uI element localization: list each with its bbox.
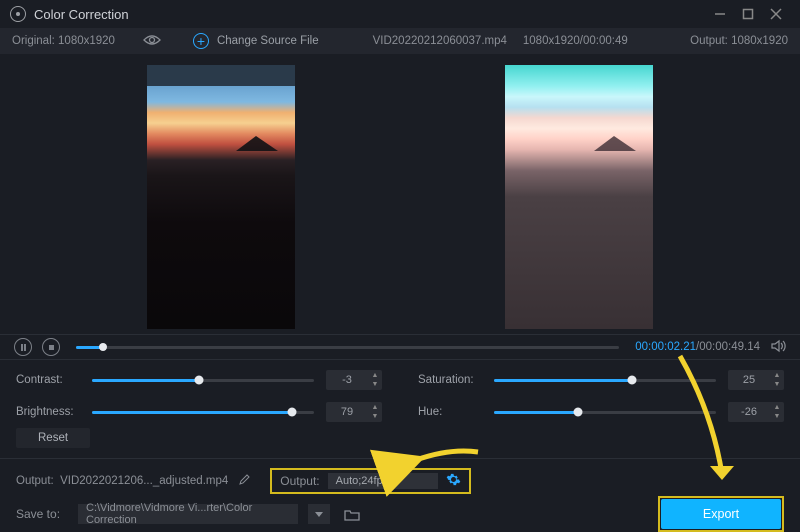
minimize-button[interactable] — [706, 0, 734, 28]
hue-step-up[interactable]: ▲ — [770, 403, 784, 412]
source-filename: VID20220212060037.mp4 — [373, 35, 507, 47]
brightness-label: Brightness: — [16, 406, 80, 418]
brightness-step-down[interactable]: ▼ — [368, 412, 382, 421]
maximize-button[interactable] — [734, 0, 762, 28]
close-button[interactable] — [762, 0, 790, 28]
contrast-step-up[interactable]: ▲ — [368, 371, 382, 380]
saturation-stepper[interactable]: 25 ▲▼ — [728, 370, 784, 390]
edit-filename-icon[interactable] — [238, 474, 250, 489]
save-row: Save to: C:\Vidmore\Vidmore Vi...rter\Co… — [16, 499, 784, 529]
saturation-step-up[interactable]: ▲ — [770, 371, 784, 380]
preview-area — [0, 54, 800, 334]
brightness-step-up[interactable]: ▲ — [368, 403, 382, 412]
contrast-row: Contrast: -3 ▲▼ — [16, 370, 382, 390]
output-format-box: Output: Auto;24fps — [270, 468, 471, 494]
info-toolbar: Original: 1080x1920 + Change Source File… — [0, 28, 800, 54]
change-source-button[interactable]: + Change Source File — [193, 33, 319, 49]
output-format-value[interactable]: Auto;24fps — [328, 473, 439, 489]
save-to-label: Save to: — [16, 507, 68, 521]
original-dim-label: Original: 1080x1920 — [12, 35, 115, 47]
contrast-slider[interactable] — [92, 379, 314, 382]
brightness-stepper[interactable]: 79 ▲▼ — [326, 402, 382, 422]
plus-icon: + — [193, 33, 209, 49]
saturation-slider[interactable] — [494, 379, 716, 382]
contrast-step-down[interactable]: ▼ — [368, 380, 382, 389]
saturation-row: Saturation: 25 ▲▼ — [418, 370, 784, 390]
volume-icon[interactable] — [770, 338, 786, 357]
output-filename: Output: VID2022021206..._adjusted.mp4 — [16, 475, 228, 487]
hue-row: Hue: -26 ▲▼ — [418, 402, 784, 422]
save-path-field[interactable]: C:\Vidmore\Vidmore Vi...rter\Color Corre… — [78, 504, 298, 524]
source-dim-duration: 1080x1920/00:00:49 — [523, 35, 628, 47]
time-display: 00:00:02.21/00:00:49.14 — [635, 341, 760, 353]
hue-stepper[interactable]: -26 ▲▼ — [728, 402, 784, 422]
reset-row: Reset — [0, 424, 800, 458]
brightness-slider[interactable] — [92, 411, 314, 414]
save-path-dropdown[interactable] — [308, 504, 330, 524]
stop-button[interactable] — [42, 338, 60, 356]
app-icon — [10, 6, 26, 22]
change-source-label: Change Source File — [217, 35, 319, 47]
gear-icon[interactable] — [446, 472, 461, 490]
hue-slider[interactable] — [494, 411, 716, 414]
playback-bar: 00:00:02.21/00:00:49.14 — [0, 334, 800, 360]
contrast-label: Contrast: — [16, 374, 80, 386]
bottom-panel: Output: VID2022021206..._adjusted.mp4 Ou… — [0, 458, 800, 529]
contrast-stepper[interactable]: -3 ▲▼ — [326, 370, 382, 390]
reset-button[interactable]: Reset — [16, 428, 90, 448]
brightness-row: Brightness: 79 ▲▼ — [16, 402, 382, 422]
open-folder-icon[interactable] — [340, 504, 364, 524]
hue-label: Hue: — [418, 406, 482, 418]
export-button[interactable]: Export — [661, 499, 781, 529]
export-highlight: Export — [658, 496, 784, 532]
pause-button[interactable] — [14, 338, 32, 356]
saturation-label: Saturation: — [418, 374, 482, 386]
original-preview — [147, 65, 295, 329]
hue-step-down[interactable]: ▼ — [770, 412, 784, 421]
output-format-label: Output: — [280, 474, 319, 488]
progress-slider[interactable] — [76, 346, 619, 349]
titlebar: Color Correction — [0, 0, 800, 28]
output-row: Output: VID2022021206..._adjusted.mp4 Ou… — [16, 469, 784, 493]
saturation-step-down[interactable]: ▼ — [770, 380, 784, 389]
window-title: Color Correction — [34, 7, 129, 22]
adjustment-sliders: Contrast: -3 ▲▼ Saturation: 25 ▲▼ Bright… — [0, 360, 800, 424]
adjusted-preview — [505, 65, 653, 329]
output-dim-label: Output: 1080x1920 — [690, 35, 788, 47]
preview-toggle-icon[interactable] — [143, 34, 161, 49]
